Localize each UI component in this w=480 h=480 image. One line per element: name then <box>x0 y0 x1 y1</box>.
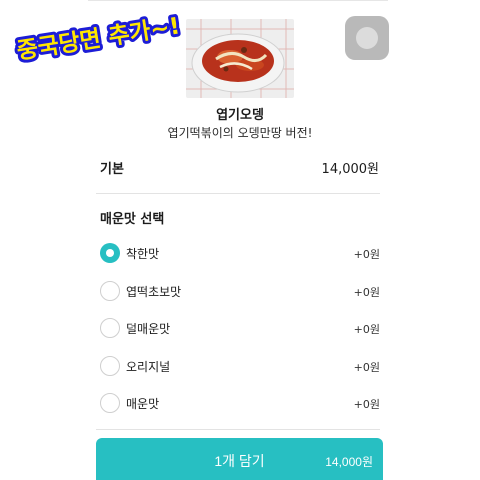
base-price-label: 기본 <box>100 162 124 177</box>
spice-option-2[interactable]: 엽떡초보맛 +0원 <box>96 277 386 307</box>
option-label: 덜매운맛 <box>126 322 171 336</box>
close-icon <box>356 27 378 49</box>
section-divider <box>96 429 380 430</box>
section-divider <box>96 193 380 194</box>
option-label: 엽떡초보맛 <box>126 285 182 299</box>
radio-button[interactable] <box>100 356 120 376</box>
spice-option-5[interactable]: 매운맛 +0원 <box>96 389 386 419</box>
option-price: +0원 <box>353 398 380 411</box>
menu-title: 엽기오뎅 <box>216 108 264 123</box>
menu-description: 엽기떡볶이의 오뎅만땅 버전! <box>167 126 313 140</box>
promo-sticker: 중국당면 추가~! <box>8 0 188 83</box>
spice-option-1[interactable]: 착한맛 +0원 <box>96 239 386 269</box>
add-to-cart-price: 14,000원 <box>325 455 373 469</box>
radio-button-checked[interactable] <box>100 243 120 263</box>
promo-sticker-text: 중국당면 추가~! <box>15 13 182 64</box>
option-price: +0원 <box>353 361 380 374</box>
spice-option-3[interactable]: 덜매운맛 +0원 <box>96 314 386 344</box>
option-label: 오리지널 <box>126 360 171 374</box>
option-price: +0원 <box>353 248 380 261</box>
option-label: 매운맛 <box>126 397 160 411</box>
add-to-cart-button[interactable]: 1개 담기 14,000원 <box>96 438 383 480</box>
base-price-value: 14,000원 <box>321 162 379 177</box>
option-price: +0원 <box>353 323 380 336</box>
close-button[interactable] <box>345 16 389 60</box>
radio-button[interactable] <box>100 281 120 301</box>
radio-button[interactable] <box>100 318 120 338</box>
menu-image <box>186 19 294 98</box>
spice-section-title: 매운맛 선택 <box>100 212 165 227</box>
option-label: 착한맛 <box>126 247 160 261</box>
radio-button[interactable] <box>100 393 120 413</box>
option-price: +0원 <box>353 286 380 299</box>
spice-option-4[interactable]: 오리지널 +0원 <box>96 352 386 382</box>
